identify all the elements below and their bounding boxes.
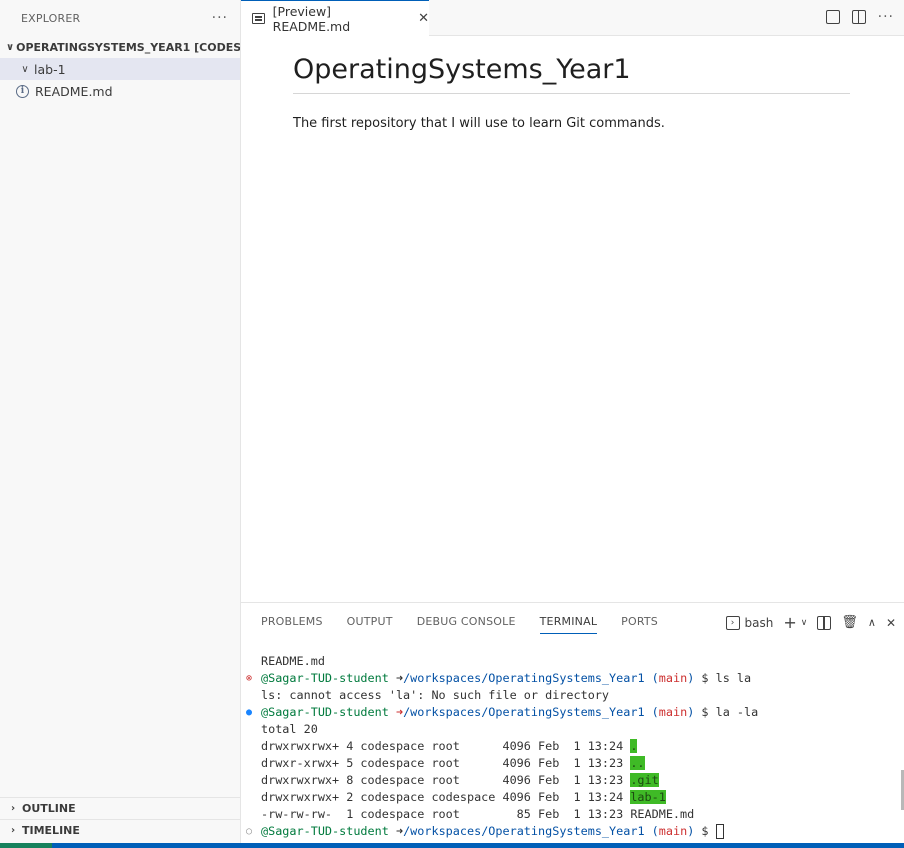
- chevron-right-icon: ›: [10, 825, 16, 836]
- tab-debug-console[interactable]: DEBUG CONSOLE: [417, 615, 516, 634]
- prompt-user: @Sagar-TUD-student: [261, 705, 389, 719]
- terminal-text: drwxrwxrwx+ 4 codespace root 4096 Feb 1 …: [261, 739, 631, 753]
- trash-icon[interactable]: 🗑: [841, 615, 858, 630]
- split-terminal-icon[interactable]: [817, 615, 832, 630]
- status-bar: [0, 843, 904, 848]
- more-actions-icon[interactable]: ···: [878, 9, 894, 25]
- prompt-branch: main: [658, 824, 688, 838]
- more-actions-icon[interactable]: ···: [212, 10, 228, 26]
- workspace-root-label: OPERATINGSYSTEMS_YEAR1 [CODESPA...: [16, 40, 240, 54]
- terminal-text: ls: cannot access 'la': No such file or …: [261, 688, 610, 702]
- terminal-icon: ›: [725, 615, 740, 630]
- sidebar-header: EXPLORER ···: [0, 0, 240, 36]
- timeline-label: TIMELINE: [22, 824, 80, 837]
- tab-terminal[interactable]: TERMINAL: [539, 615, 598, 634]
- terminal-text: drwxrwxrwx+ 2 codespace codespace 4096 F…: [261, 790, 631, 804]
- editor-actions: ···: [825, 9, 894, 25]
- tree-item-readme[interactable]: i README.md: [0, 80, 240, 102]
- terminal-line: ○ @Sagar-TUD-student ➜/workspaces/Operati…: [246, 823, 758, 840]
- close-panel-icon[interactable]: ✕: [886, 616, 896, 630]
- terminal-line: README.md: [261, 653, 758, 670]
- prompt-branch: main: [658, 705, 688, 719]
- command-error-icon[interactable]: ⊗: [246, 670, 252, 687]
- directory-name: .git: [630, 773, 659, 787]
- tree-item-lab-1[interactable]: ∨ lab-1: [0, 58, 240, 80]
- terminal-line: drwxrwxrwx+ 4 codespace root 4096 Feb 1 …: [261, 738, 758, 755]
- terminal-line: ls: cannot access 'la': No such file or …: [261, 687, 758, 704]
- maximize-panel-icon[interactable]: ∧: [868, 616, 876, 629]
- prompt-path: /workspaces/OperatingSystems_Year1: [403, 705, 645, 719]
- panel-actions: › bash + ∨ 🗑 ∧ ✕: [725, 613, 896, 632]
- terminal-text: drwxrwxrwx+ 8 codespace root 4096 Feb 1 …: [261, 773, 631, 787]
- bottom-panel: PROBLEMS OUTPUT DEBUG CONSOLE TERMINAL P…: [241, 602, 904, 843]
- sidebar-title: EXPLORER: [21, 11, 81, 25]
- terminal-text: drwxr-xrwx+ 5 codespace root 4096 Feb 1 …: [261, 756, 631, 770]
- new-terminal-icon[interactable]: +: [783, 613, 796, 632]
- tab-label: [Preview] README.md: [272, 3, 351, 34]
- terminal-text: README.md: [261, 654, 325, 668]
- tab-problems[interactable]: PROBLEMS: [261, 615, 323, 634]
- prompt-arrow: ➜: [395, 671, 404, 685]
- terminal-output[interactable]: README.md ⊗ @Sagar-TUD-student ➜/workspace…: [246, 653, 759, 840]
- terminal-text: -rw-rw-rw- 1 codespace root 85 Feb 1 13:…: [261, 807, 695, 821]
- directory-name: .: [630, 739, 638, 753]
- terminal-line: ● @Sagar-TUD-student ➜/workspaces/Operati…: [246, 704, 759, 721]
- open-source-icon[interactable]: [825, 10, 840, 24]
- tab-ports[interactable]: PORTS: [621, 615, 658, 634]
- prompt-user: @Sagar-TUD-student: [261, 671, 389, 685]
- prompt-branch: main: [658, 671, 688, 685]
- prompt-branch-close: ): [687, 705, 695, 719]
- tree-item-label: lab-1: [34, 61, 66, 77]
- terminal-command: $: [701, 824, 709, 838]
- terminal-cursor: [715, 824, 724, 839]
- timeline-section[interactable]: › TIMELINE: [0, 819, 240, 841]
- editor-tab-bar: [Preview] README.md ✕ ···: [241, 0, 904, 36]
- chevron-down-icon: ∨: [21, 63, 29, 75]
- split-editor-icon[interactable]: [851, 10, 866, 24]
- directory-name: lab-1: [630, 790, 666, 804]
- terminal-line: drwxrwxrwx+ 2 codespace codespace 4096 F…: [261, 789, 758, 806]
- terminal-command: $ la -la: [701, 705, 759, 719]
- preview-icon: [252, 13, 265, 24]
- close-icon[interactable]: ✕: [418, 11, 429, 26]
- prompt-branch-open: (: [651, 671, 659, 685]
- preview-heading: OperatingSystems_Year1: [293, 54, 850, 94]
- shell-label: bash: [744, 615, 774, 630]
- explorer-sidebar: EXPLORER ··· ∨ OPERATINGSYSTEMS_YEAR1 [C…: [0, 0, 241, 843]
- prompt-branch-close: ): [687, 671, 695, 685]
- tree-item-label: README.md: [35, 83, 113, 99]
- outline-section[interactable]: › OUTLINE: [0, 797, 240, 819]
- terminal-shell-selector[interactable]: › bash: [725, 615, 774, 630]
- tab-output[interactable]: OUTPUT: [347, 615, 393, 634]
- outline-label: OUTLINE: [22, 802, 76, 815]
- prompt-branch-open: (: [651, 705, 659, 719]
- terminal-line: ⊗ @Sagar-TUD-student ➜/workspaces/Operati…: [246, 670, 758, 687]
- chevron-down-icon[interactable]: ∨: [801, 618, 808, 628]
- prompt-path: /workspaces/OperatingSystems_Year1: [403, 824, 645, 838]
- prompt-arrow: ➜: [395, 824, 404, 838]
- remote-indicator[interactable]: [0, 843, 52, 848]
- terminal-text: total 20: [261, 722, 318, 736]
- prompt-branch-close: ): [687, 824, 695, 838]
- panel-tabs: PROBLEMS OUTPUT DEBUG CONSOLE TERMINAL P…: [261, 615, 658, 634]
- terminal-line: -rw-rw-rw- 1 codespace root 85 Feb 1 13:…: [261, 806, 758, 823]
- command-pending-icon[interactable]: ○: [246, 823, 252, 840]
- terminal-line: drwxr-xrwx+ 5 codespace root 4096 Feb 1 …: [261, 755, 758, 772]
- info-icon: i: [16, 84, 29, 98]
- prompt-arrow: ➜: [395, 705, 404, 719]
- chevron-down-icon: ∨: [6, 41, 15, 53]
- terminal-line: drwxrwxrwx+ 8 codespace root 4096 Feb 1 …: [261, 772, 758, 789]
- terminal-command: $ ls la: [701, 671, 752, 685]
- prompt-branch-open: (: [651, 824, 659, 838]
- terminal-line: total 20: [261, 721, 758, 738]
- prompt-path: /workspaces/OperatingSystems_Year1: [403, 671, 645, 685]
- prompt-user: @Sagar-TUD-student: [261, 824, 389, 838]
- markdown-preview: OperatingSystems_Year1 The first reposit…: [241, 36, 904, 602]
- tab-readme-preview[interactable]: [Preview] README.md ✕: [241, 0, 429, 36]
- command-success-icon[interactable]: ●: [246, 704, 252, 721]
- workspace-root[interactable]: ∨ OPERATINGSYSTEMS_YEAR1 [CODESPA...: [0, 36, 240, 58]
- chevron-right-icon: ›: [10, 803, 16, 814]
- directory-name: ..: [630, 756, 645, 770]
- preview-paragraph: The first repository that I will use to …: [293, 116, 665, 131]
